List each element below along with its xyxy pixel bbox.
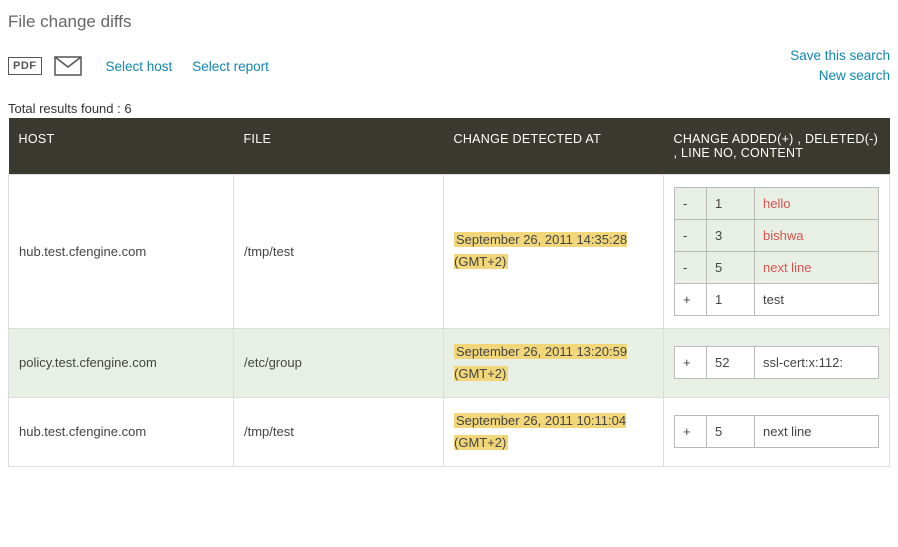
change-line-no: 1 <box>707 187 755 219</box>
change-sign: + <box>675 416 707 448</box>
export-pdf-button[interactable]: PDF <box>8 54 42 78</box>
change-row: -3bishwa <box>675 219 879 251</box>
select-host-link[interactable]: Select host <box>106 59 173 74</box>
envelope-icon <box>54 56 82 76</box>
save-search-link[interactable]: Save this search <box>790 46 890 66</box>
change-sign: - <box>675 251 707 283</box>
change-content: next line <box>755 416 879 448</box>
results-table: HOST FILE CHANGE DETECTED AT CHANGE ADDE… <box>8 118 890 467</box>
change-line-no: 5 <box>707 416 755 448</box>
timestamp-highlight: September 26, 2011 14:35:28 (GMT+2) <box>454 232 627 269</box>
change-row: +52ssl-cert:x:112: <box>675 347 879 379</box>
page-title: File change diffs <box>8 12 890 32</box>
change-content: hello <box>755 187 879 219</box>
timestamp-highlight: September 26, 2011 10:11:04 (GMT+2) <box>454 413 626 450</box>
changes-table: +5next line <box>674 415 879 448</box>
change-content: ssl-cert:x:112: <box>755 347 879 379</box>
total-results: Total results found : 6 <box>8 101 890 116</box>
change-row: -5next line <box>675 251 879 283</box>
change-row: +1test <box>675 283 879 315</box>
select-report-link[interactable]: Select report <box>192 59 269 74</box>
change-content: bishwa <box>755 219 879 251</box>
change-line-no: 3 <box>707 219 755 251</box>
change-line-no: 52 <box>707 347 755 379</box>
table-row: hub.test.cfengine.com/tmp/test September … <box>9 397 890 466</box>
cell-change-detected: September 26, 2011 14:35:28 (GMT+2) <box>444 174 664 328</box>
pdf-icon: PDF <box>8 57 42 75</box>
table-header-row: HOST FILE CHANGE DETECTED AT CHANGE ADDE… <box>9 118 890 175</box>
col-host: HOST <box>9 118 234 175</box>
col-file: FILE <box>234 118 444 175</box>
change-row: -1hello <box>675 187 879 219</box>
change-sign: - <box>675 187 707 219</box>
col-detected: CHANGE DETECTED AT <box>444 118 664 175</box>
change-sign: - <box>675 219 707 251</box>
cell-change-detected: September 26, 2011 13:20:59 (GMT+2) <box>444 328 664 397</box>
cell-host: hub.test.cfengine.com <box>9 174 234 328</box>
cell-host: hub.test.cfengine.com <box>9 397 234 466</box>
email-button[interactable] <box>54 54 82 78</box>
cell-change-detected: September 26, 2011 10:11:04 (GMT+2) <box>444 397 664 466</box>
cell-diff: +5next line <box>664 397 890 466</box>
col-diff: CHANGE ADDED(+) , DELETED(-) , LINE NO, … <box>664 118 890 175</box>
change-row: +5next line <box>675 416 879 448</box>
change-line-no: 5 <box>707 251 755 283</box>
cell-file: /tmp/test <box>234 174 444 328</box>
cell-file: /etc/group <box>234 328 444 397</box>
changes-table: -1hello-3bishwa-5next line+1test <box>674 187 879 316</box>
table-row: policy.test.cfengine.com/etc/group Septem… <box>9 328 890 397</box>
toolbar: PDF Select host Select report Save this … <box>8 46 890 87</box>
change-sign: + <box>675 283 707 315</box>
change-content: next line <box>755 251 879 283</box>
change-sign: + <box>675 347 707 379</box>
timestamp-highlight: September 26, 2011 13:20:59 (GMT+2) <box>454 344 627 381</box>
table-row: hub.test.cfengine.com/tmp/test September … <box>9 174 890 328</box>
change-line-no: 1 <box>707 283 755 315</box>
cell-diff: +52ssl-cert:x:112: <box>664 328 890 397</box>
cell-diff: -1hello-3bishwa-5next line+1test <box>664 174 890 328</box>
cell-file: /tmp/test <box>234 397 444 466</box>
new-search-link[interactable]: New search <box>790 66 890 86</box>
cell-host: policy.test.cfengine.com <box>9 328 234 397</box>
changes-table: +52ssl-cert:x:112: <box>674 346 879 379</box>
change-content: test <box>755 283 879 315</box>
